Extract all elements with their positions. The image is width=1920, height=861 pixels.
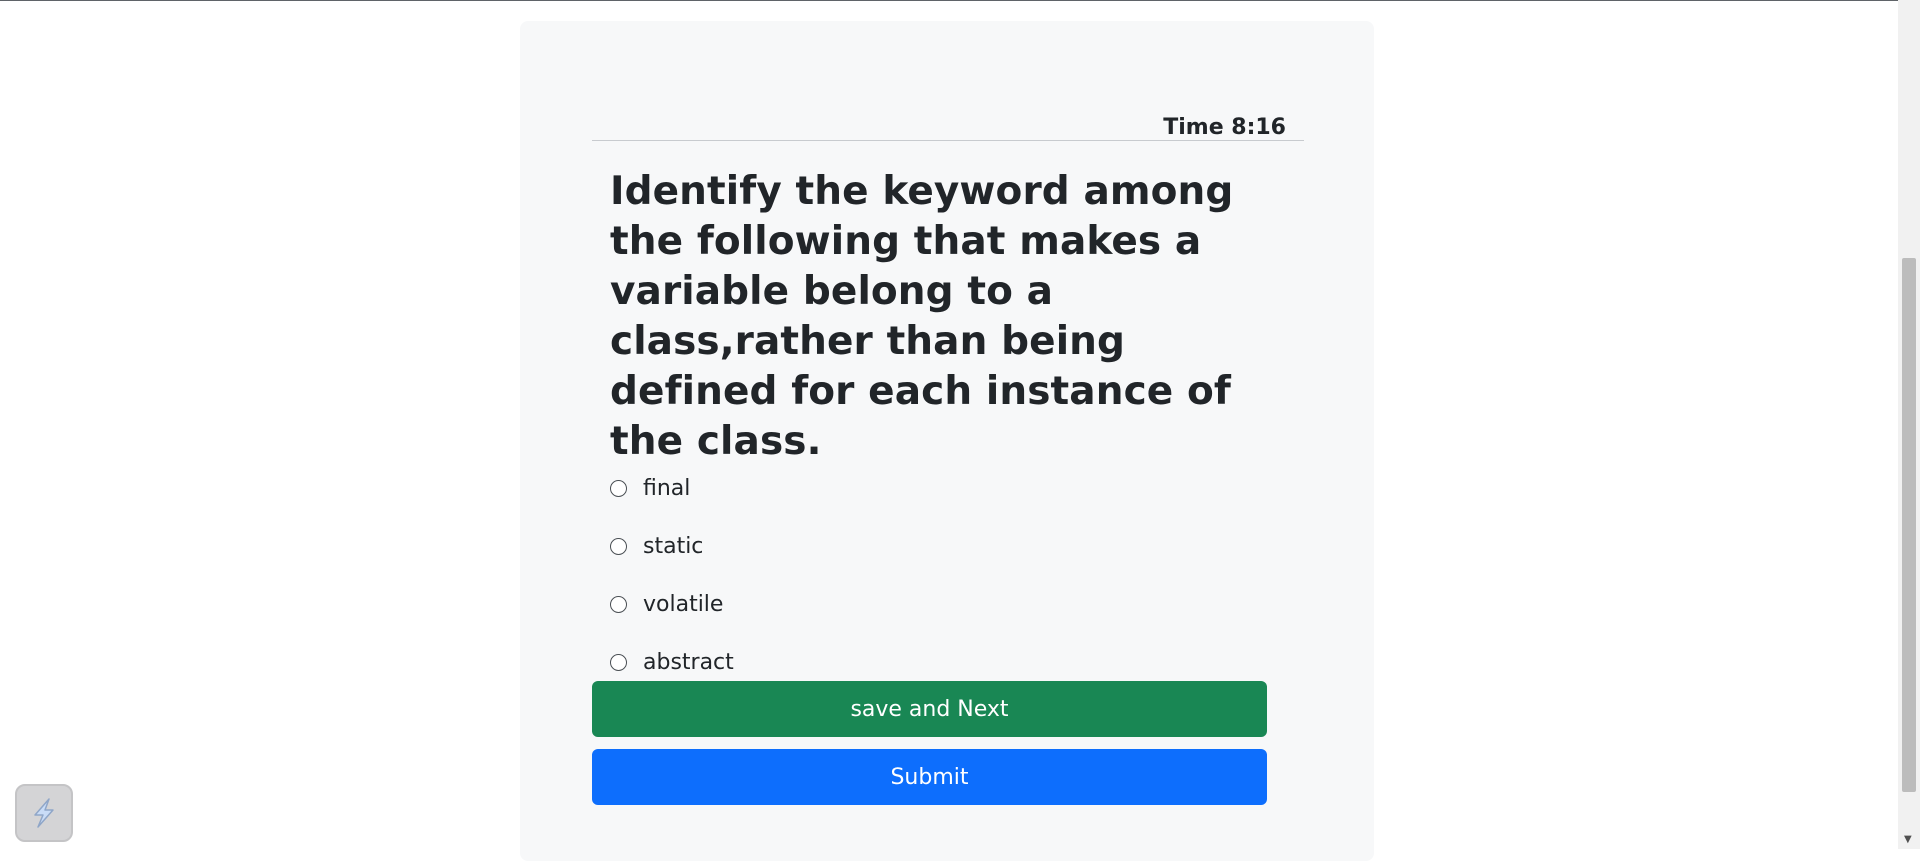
option-volatile[interactable]: volatile (610, 589, 723, 619)
option-label: final (643, 475, 691, 501)
radio-button[interactable] (610, 479, 627, 497)
question-text: Identify the keyword among the following… (610, 169, 1234, 464)
option-final[interactable]: final (610, 473, 690, 503)
submit-button[interactable]: Submit (592, 749, 1267, 805)
radio-button[interactable] (610, 595, 627, 613)
quiz-card: Time 8:16 Identify the keyword among the… (520, 21, 1374, 861)
scroll-down-arrow-icon[interactable]: ▼ (1904, 835, 1912, 845)
option-abstract[interactable]: abstract (610, 647, 734, 677)
save-and-next-button[interactable]: save and Next (592, 681, 1267, 737)
radio-button[interactable] (610, 537, 627, 555)
lightning-bolt-icon (34, 798, 54, 828)
option-label: abstract (643, 649, 734, 675)
timer: Time 8:16 (592, 97, 1304, 141)
floating-action-button[interactable] (15, 784, 73, 842)
vertical-scrollbar[interactable]: ▼ (1898, 0, 1920, 849)
top-border (0, 0, 1920, 1)
option-label: static (643, 533, 704, 559)
option-static[interactable]: static (610, 531, 703, 561)
radio-button[interactable] (610, 653, 627, 671)
option-label: volatile (643, 591, 724, 617)
scrollbar-thumb[interactable] (1902, 258, 1916, 792)
